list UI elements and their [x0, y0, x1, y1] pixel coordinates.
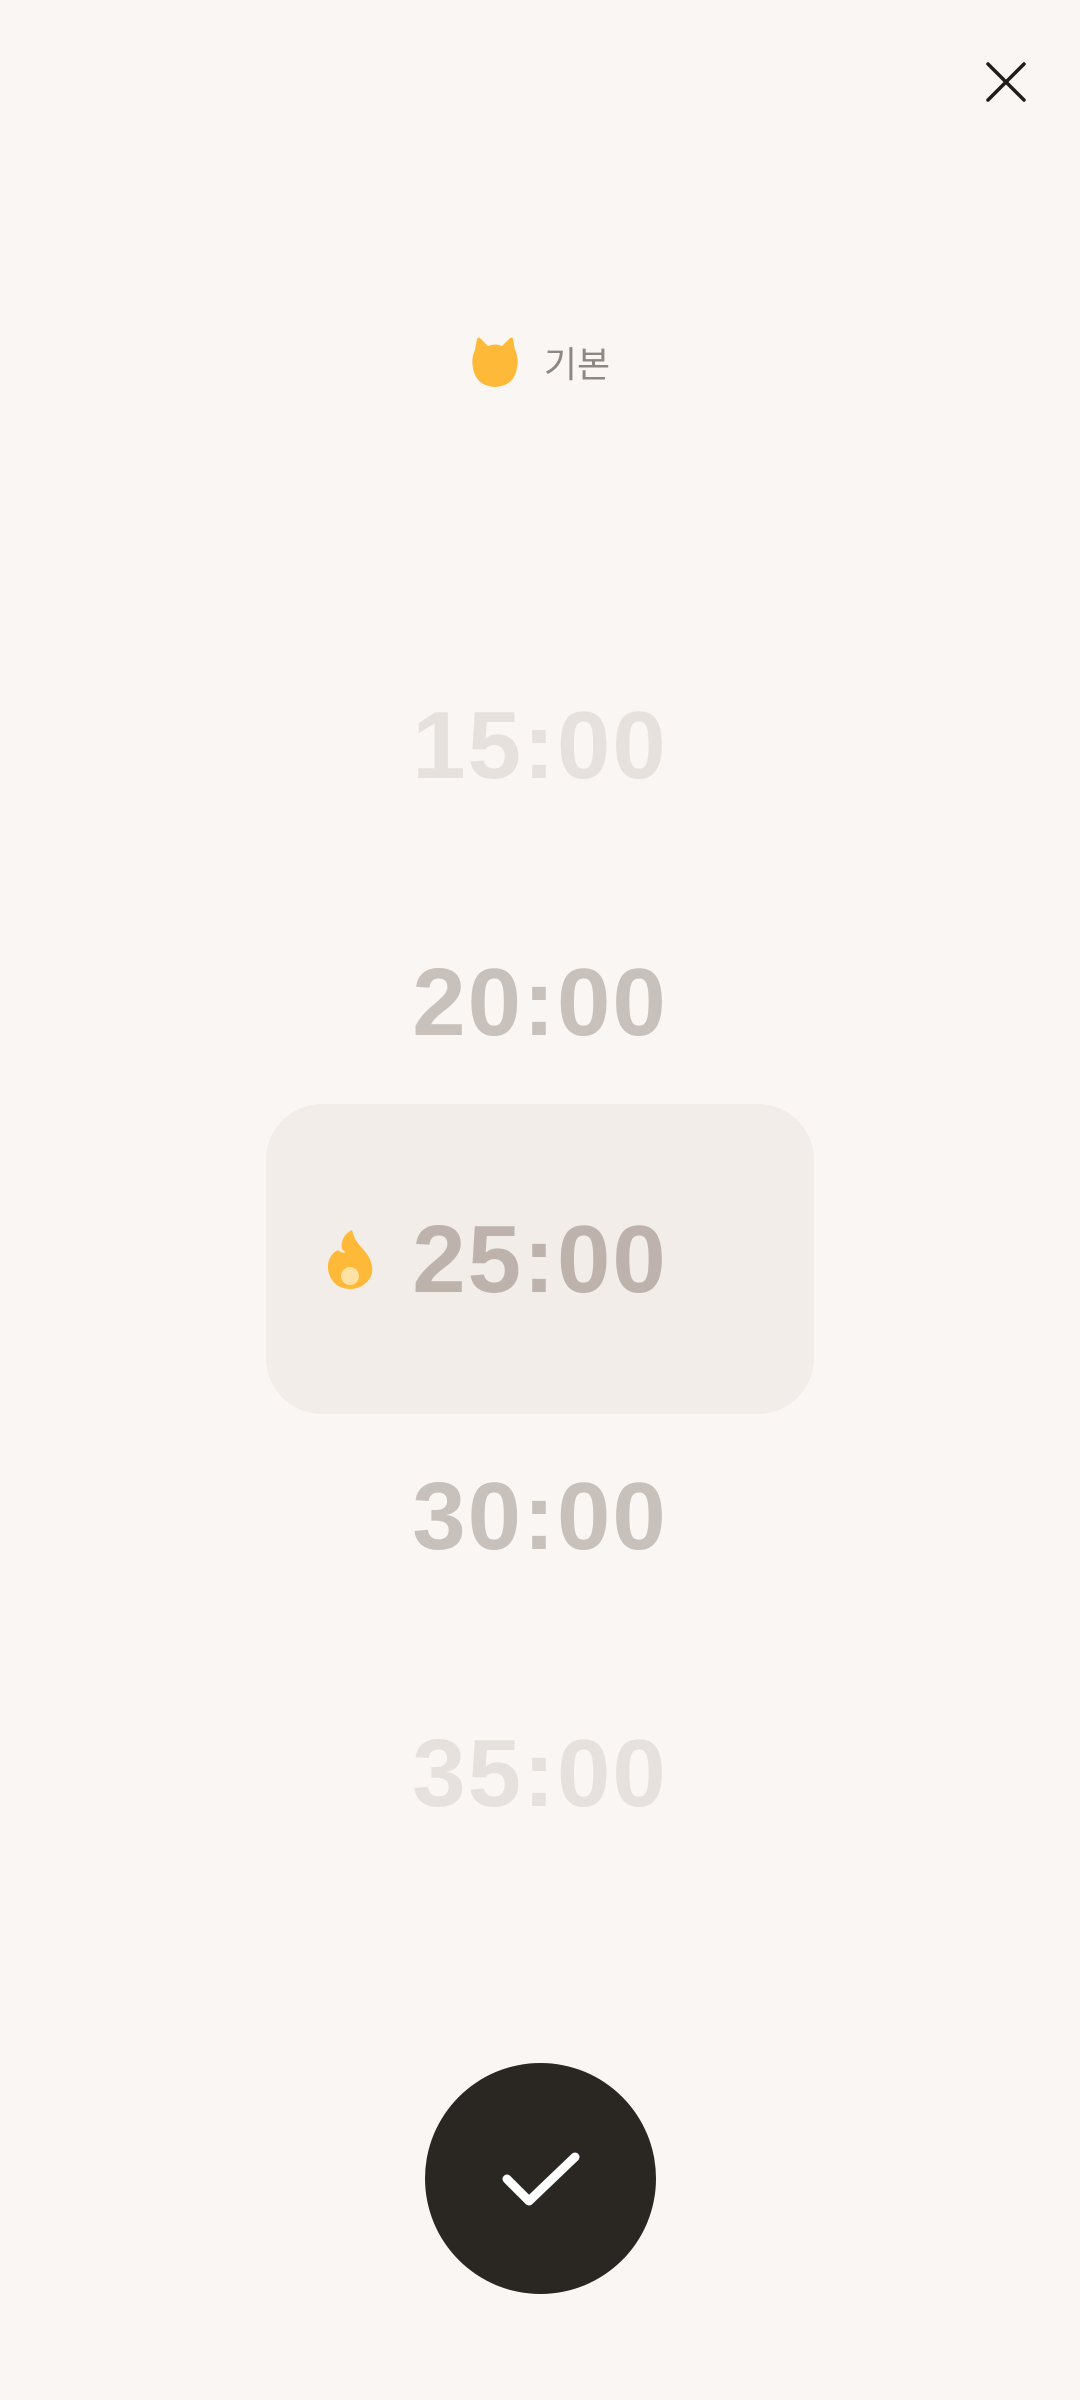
cat-icon [472, 337, 518, 387]
flame-icon [327, 1230, 373, 1289]
confirm-button[interactable] [425, 2063, 656, 2294]
time-option-15[interactable]: 15:00 [0, 671, 1080, 821]
time-option-20[interactable]: 20:00 [0, 928, 1080, 1078]
mode-label: 기본 [543, 345, 611, 386]
time-option-35[interactable]: 35:00 [0, 1699, 1080, 1849]
checkmark-icon [502, 2152, 579, 2205]
time-option-30[interactable]: 30:00 [0, 1442, 1080, 1592]
time-option-25-selected[interactable]: 25:00 [0, 1185, 1080, 1335]
close-icon [986, 62, 1026, 102]
timer-mode-selector[interactable]: 기본 [0, 322, 1080, 402]
close-button[interactable] [966, 42, 1046, 122]
